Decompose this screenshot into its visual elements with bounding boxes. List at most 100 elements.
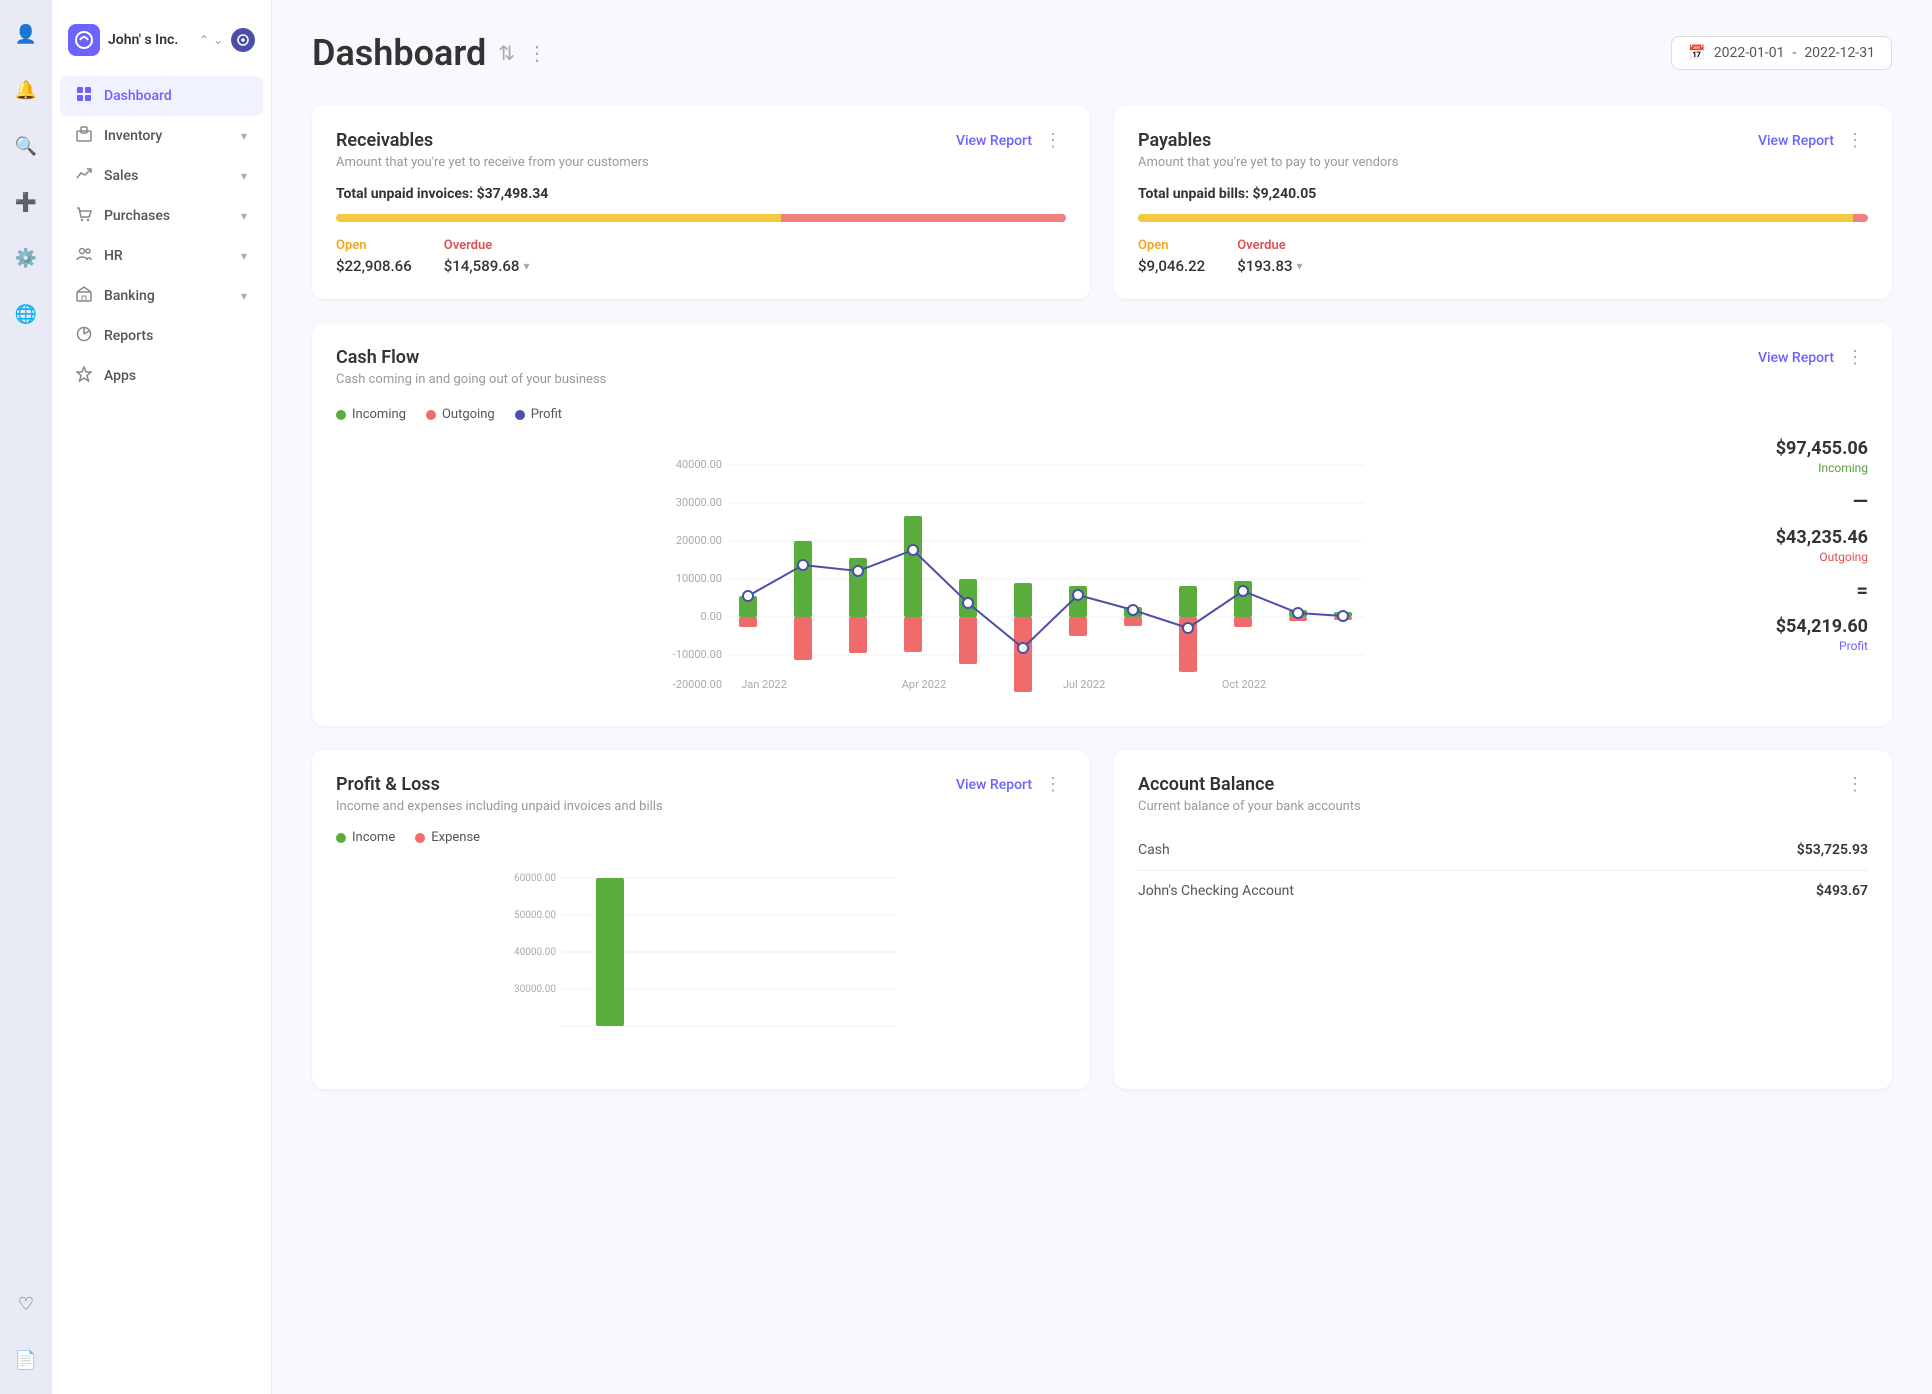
receivables-overdue-chevron[interactable]: ▾: [523, 259, 529, 273]
sidebar-item-sales[interactable]: Sales ▾: [60, 156, 263, 196]
cashflow-svg: 40000.00 30000.00 20000.00 10000.00 0.00…: [336, 438, 1712, 698]
nav-icon[interactable]: [231, 28, 255, 52]
title-menu-icon[interactable]: ⋮: [527, 41, 547, 65]
svg-text:Jan 2022: Jan 2022: [741, 678, 787, 691]
balance-item-checking: John's Checking Account $493.67: [1138, 871, 1868, 911]
heart-icon[interactable]: ♡: [8, 1286, 44, 1322]
balance-name-cash: Cash: [1138, 842, 1170, 858]
payables-menu[interactable]: ⋮: [1842, 130, 1868, 151]
legend-incoming: Incoming: [336, 407, 406, 422]
cashflow-chart-area: 40000.00 30000.00 20000.00 10000.00 0.00…: [336, 438, 1712, 702]
sidebar-item-hr[interactable]: HR ▾: [60, 236, 263, 276]
legend-profit: Profit: [515, 407, 562, 422]
settings-icon[interactable]: ⚙️: [8, 240, 44, 276]
legend-incoming-label: Incoming: [352, 407, 406, 422]
receivables-view-report[interactable]: View Report: [956, 133, 1032, 149]
date-separator: -: [1792, 45, 1796, 61]
receivables-header: Receivables View Report ⋮: [336, 130, 1066, 151]
payables-view-report[interactable]: View Report: [1758, 133, 1834, 149]
profit-loss-view-report[interactable]: View Report: [956, 777, 1032, 793]
company-controls[interactable]: ⌃⌄: [199, 33, 223, 47]
cashflow-view-report[interactable]: View Report: [1758, 350, 1834, 366]
receivables-subtitle: Amount that you're yet to receive from y…: [336, 155, 1066, 170]
company-logo: [68, 24, 100, 56]
svg-text:-20000.00: -20000.00: [673, 678, 722, 691]
balance-amount-checking: $493.67: [1816, 883, 1868, 899]
account-balance-subtitle: Current balance of your bank accounts: [1138, 799, 1868, 814]
summary-outgoing: $43,235.46 Outgoing: [1736, 527, 1868, 564]
payables-overdue-label: Overdue: [1237, 238, 1302, 253]
payables-progress-bar: [1138, 214, 1868, 222]
payables-open-group: Open $9,046.22: [1138, 238, 1205, 275]
profit-loss-title: Profit & Loss: [336, 774, 440, 795]
pl-expense-label: Expense: [431, 830, 480, 845]
globe-icon[interactable]: 🌐: [8, 296, 44, 332]
profit-loss-subtitle: Income and expenses including unpaid inv…: [336, 799, 1066, 814]
svg-text:-10000.00: -10000.00: [673, 648, 722, 661]
cashflow-title: Cash Flow: [336, 347, 606, 368]
top-cards-row: Receivables View Report ⋮ Amount that yo…: [312, 106, 1892, 299]
cashflow-legend: Incoming Outgoing Profit: [336, 407, 1868, 422]
sidebar-item-apps[interactable]: Apps: [60, 356, 263, 396]
cashflow-chart-container: 40000.00 30000.00 20000.00 10000.00 0.00…: [336, 438, 1868, 702]
svg-text:Oct 2022: Oct 2022: [1222, 678, 1266, 691]
bell-icon[interactable]: 🔔: [8, 72, 44, 108]
sidebar-item-banking[interactable]: Banking ▾: [60, 276, 263, 316]
expense-dot: [415, 833, 425, 843]
search-icon[interactable]: 🔍: [8, 128, 44, 164]
avatar-icon[interactable]: 👤: [8, 16, 44, 52]
sidebar-label-dashboard: Dashboard: [104, 88, 172, 104]
profit-loss-menu[interactable]: ⋮: [1040, 774, 1066, 795]
payables-open-bar: [1138, 214, 1853, 222]
doc-icon[interactable]: 📄: [8, 1342, 44, 1378]
svg-text:60000.00: 60000.00: [514, 873, 556, 884]
minus-divider: —: [1736, 491, 1868, 511]
pl-legend-income: Income: [336, 830, 395, 845]
sidebar-item-purchases[interactable]: Purchases ▾: [60, 196, 263, 236]
receivables-overdue-bar: [781, 214, 1066, 222]
svg-text:Jul 2022: Jul 2022: [1063, 678, 1105, 691]
svg-text:10000.00: 10000.00: [676, 572, 722, 585]
title-area: Dashboard ⇅ ⋮: [312, 32, 547, 74]
svg-text:30000.00: 30000.00: [514, 984, 556, 995]
legend-outgoing-label: Outgoing: [442, 407, 495, 422]
balance-item-cash: Cash $53,725.93: [1138, 830, 1868, 871]
plus-icon[interactable]: ➕: [8, 184, 44, 220]
sidebar-label-reports: Reports: [104, 328, 153, 344]
sidebar-item-inventory[interactable]: Inventory ▾: [60, 116, 263, 156]
cashflow-menu[interactable]: ⋮: [1842, 347, 1868, 368]
apps-icon: [76, 366, 92, 386]
receivables-menu[interactable]: ⋮: [1040, 130, 1066, 151]
sidebar-item-reports[interactable]: Reports: [60, 316, 263, 356]
chevron-down-icon-hr: ▾: [241, 249, 247, 263]
sidebar-label-hr: HR: [104, 248, 123, 264]
inventory-icon: [76, 126, 92, 146]
profit-dot: [515, 410, 525, 420]
date-range-picker[interactable]: 📅 2022-01-01 - 2022-12-31: [1671, 36, 1892, 70]
svg-text:20000.00: 20000.00: [676, 534, 722, 547]
summary-incoming: $97,455.06 Incoming: [1736, 438, 1868, 475]
chevron-down-icon-sales: ▾: [241, 169, 247, 183]
svg-text:0.00: 0.00: [701, 610, 722, 623]
title-sort-icon[interactable]: ⇅: [498, 41, 515, 65]
legend-outgoing: Outgoing: [426, 407, 495, 422]
sidebar-label-purchases: Purchases: [104, 208, 170, 224]
svg-text:50000.00: 50000.00: [514, 910, 556, 921]
pl-legend: Income Expense: [336, 830, 1066, 845]
company-selector[interactable]: John' s Inc. ⌃⌄: [52, 16, 271, 76]
sidebar-item-dashboard[interactable]: Dashboard: [60, 76, 263, 116]
cashflow-header: Cash Flow Cash coming in and going out o…: [336, 347, 1868, 403]
outgoing-label: Outgoing: [1736, 550, 1868, 564]
receivables-amounts: Open $22,908.66 Overdue $14,589.68 ▾: [336, 238, 1066, 275]
payables-overdue-group: Overdue $193.83 ▾: [1237, 238, 1302, 275]
balance-name-checking: John's Checking Account: [1138, 883, 1294, 899]
account-balance-menu[interactable]: ⋮: [1842, 774, 1868, 795]
calendar-icon: 📅: [1688, 45, 1705, 61]
receivables-card: Receivables View Report ⋮ Amount that yo…: [312, 106, 1090, 299]
main-content: Dashboard ⇅ ⋮ 📅 2022-01-01 - 2022-12-31 …: [272, 0, 1932, 1394]
payables-overdue-chevron[interactable]: ▾: [1297, 259, 1303, 273]
sidebar-label-apps: Apps: [104, 368, 136, 384]
income-dot: [336, 833, 346, 843]
profit-loss-card: Profit & Loss View Report ⋮ Income and e…: [312, 750, 1090, 1089]
page-header: Dashboard ⇅ ⋮ 📅 2022-01-01 - 2022-12-31: [312, 32, 1892, 74]
